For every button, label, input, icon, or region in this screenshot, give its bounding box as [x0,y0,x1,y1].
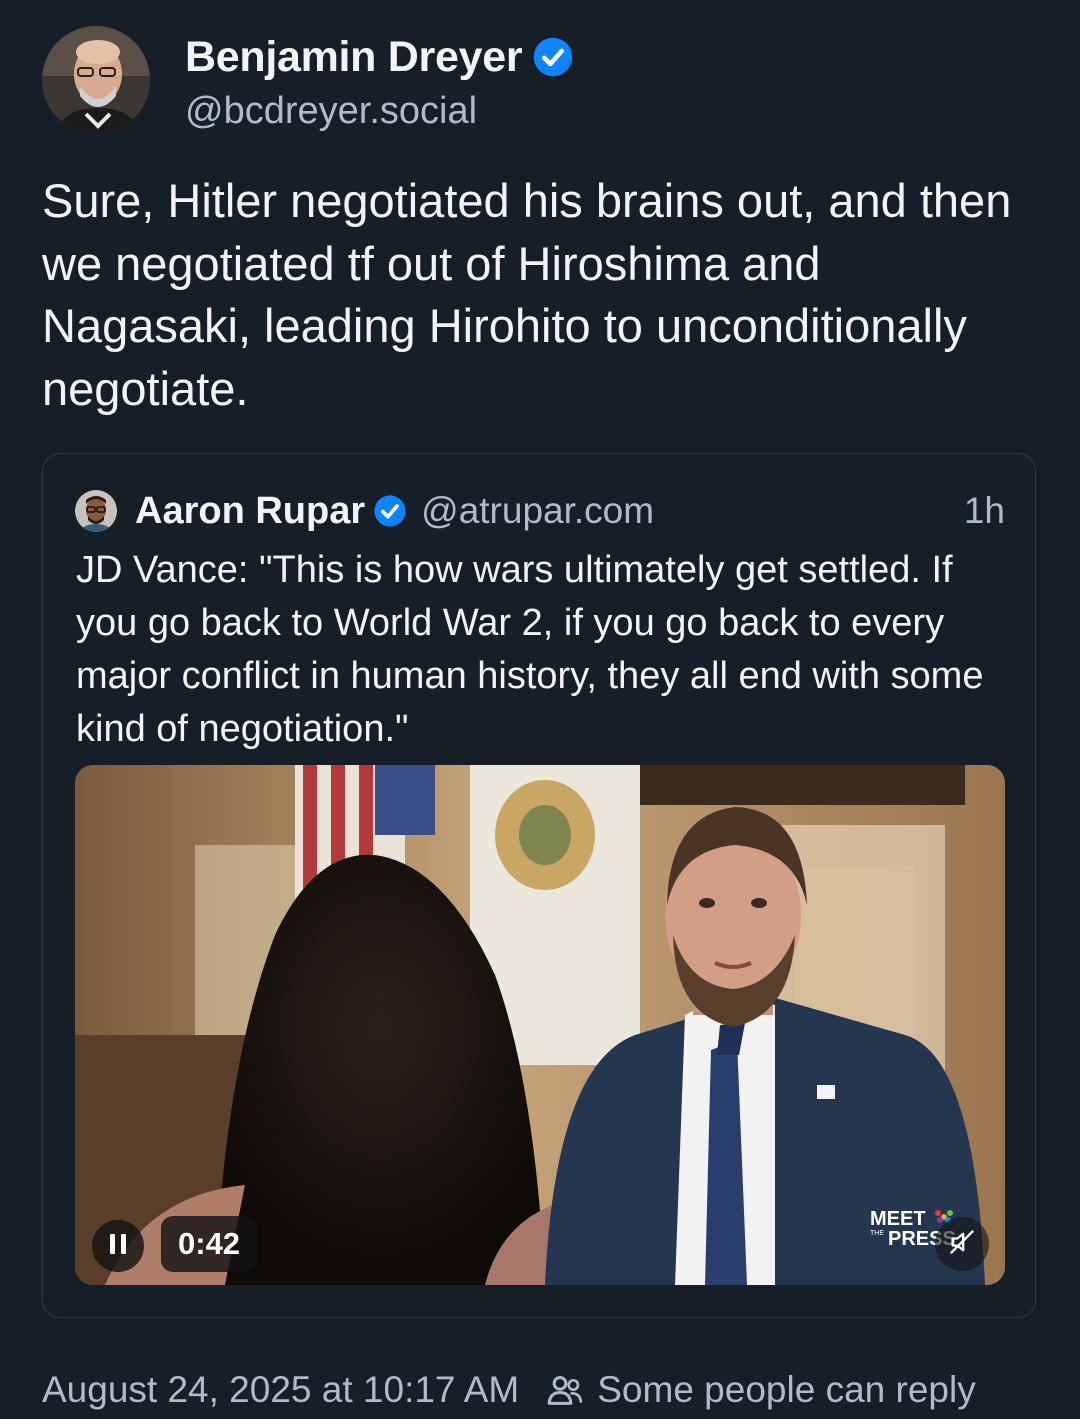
svg-text:MEET: MEET [870,1208,926,1230]
quoted-author-handle[interactable]: @atrupar.com [421,490,654,532]
quoted-author-display-name[interactable]: Aaron Rupar [135,490,365,533]
quoted-post-header: Aaron Rupar @atrupar.com 1h [75,486,1005,536]
pause-icon [107,1232,129,1261]
speaker-muted-icon [948,1228,976,1261]
reply-setting-label[interactable]: Some people can reply [597,1369,975,1411]
author-name-line: Benjamin Dreyer [185,32,574,82]
people-icon [545,1370,585,1410]
mute-toggle-button[interactable] [935,1217,989,1271]
video-frame [75,765,1005,1285]
author-avatar[interactable] [42,26,150,134]
post-author-row: Benjamin Dreyer @bcdreyer.social [42,26,1042,138]
video-duration: 0:42 [161,1216,258,1272]
author-display-name[interactable]: Benjamin Dreyer [185,33,523,82]
quoted-post[interactable]: Aaron Rupar @atrupar.com 1h JD Vance: "T… [42,453,1036,1318]
post-timestamp: August 24, 2025 at 10:17 AM [42,1369,520,1410]
post-text: Sure, Hitler negotiated his brains out, … [42,174,1012,415]
author-handle[interactable]: @bcdreyer.social [185,90,477,133]
svg-text:THE: THE [870,1230,884,1237]
post-footer: August 24, 2025 at 10:17 AM Some people … [42,1366,976,1414]
post: Benjamin Dreyer @bcdreyer.social Sure, H… [0,0,1080,1417]
pause-button[interactable] [92,1220,144,1272]
quoted-post-text: JD Vance: "This is how wars ultimately g… [76,549,984,750]
verified-check-icon [532,36,574,78]
quoted-post-time: 1h [963,490,1005,531]
verified-check-icon [373,494,407,528]
quoted-author-avatar[interactable] [75,490,117,532]
video-player[interactable]: MEET THE PRESS 0:42 [75,765,1005,1285]
